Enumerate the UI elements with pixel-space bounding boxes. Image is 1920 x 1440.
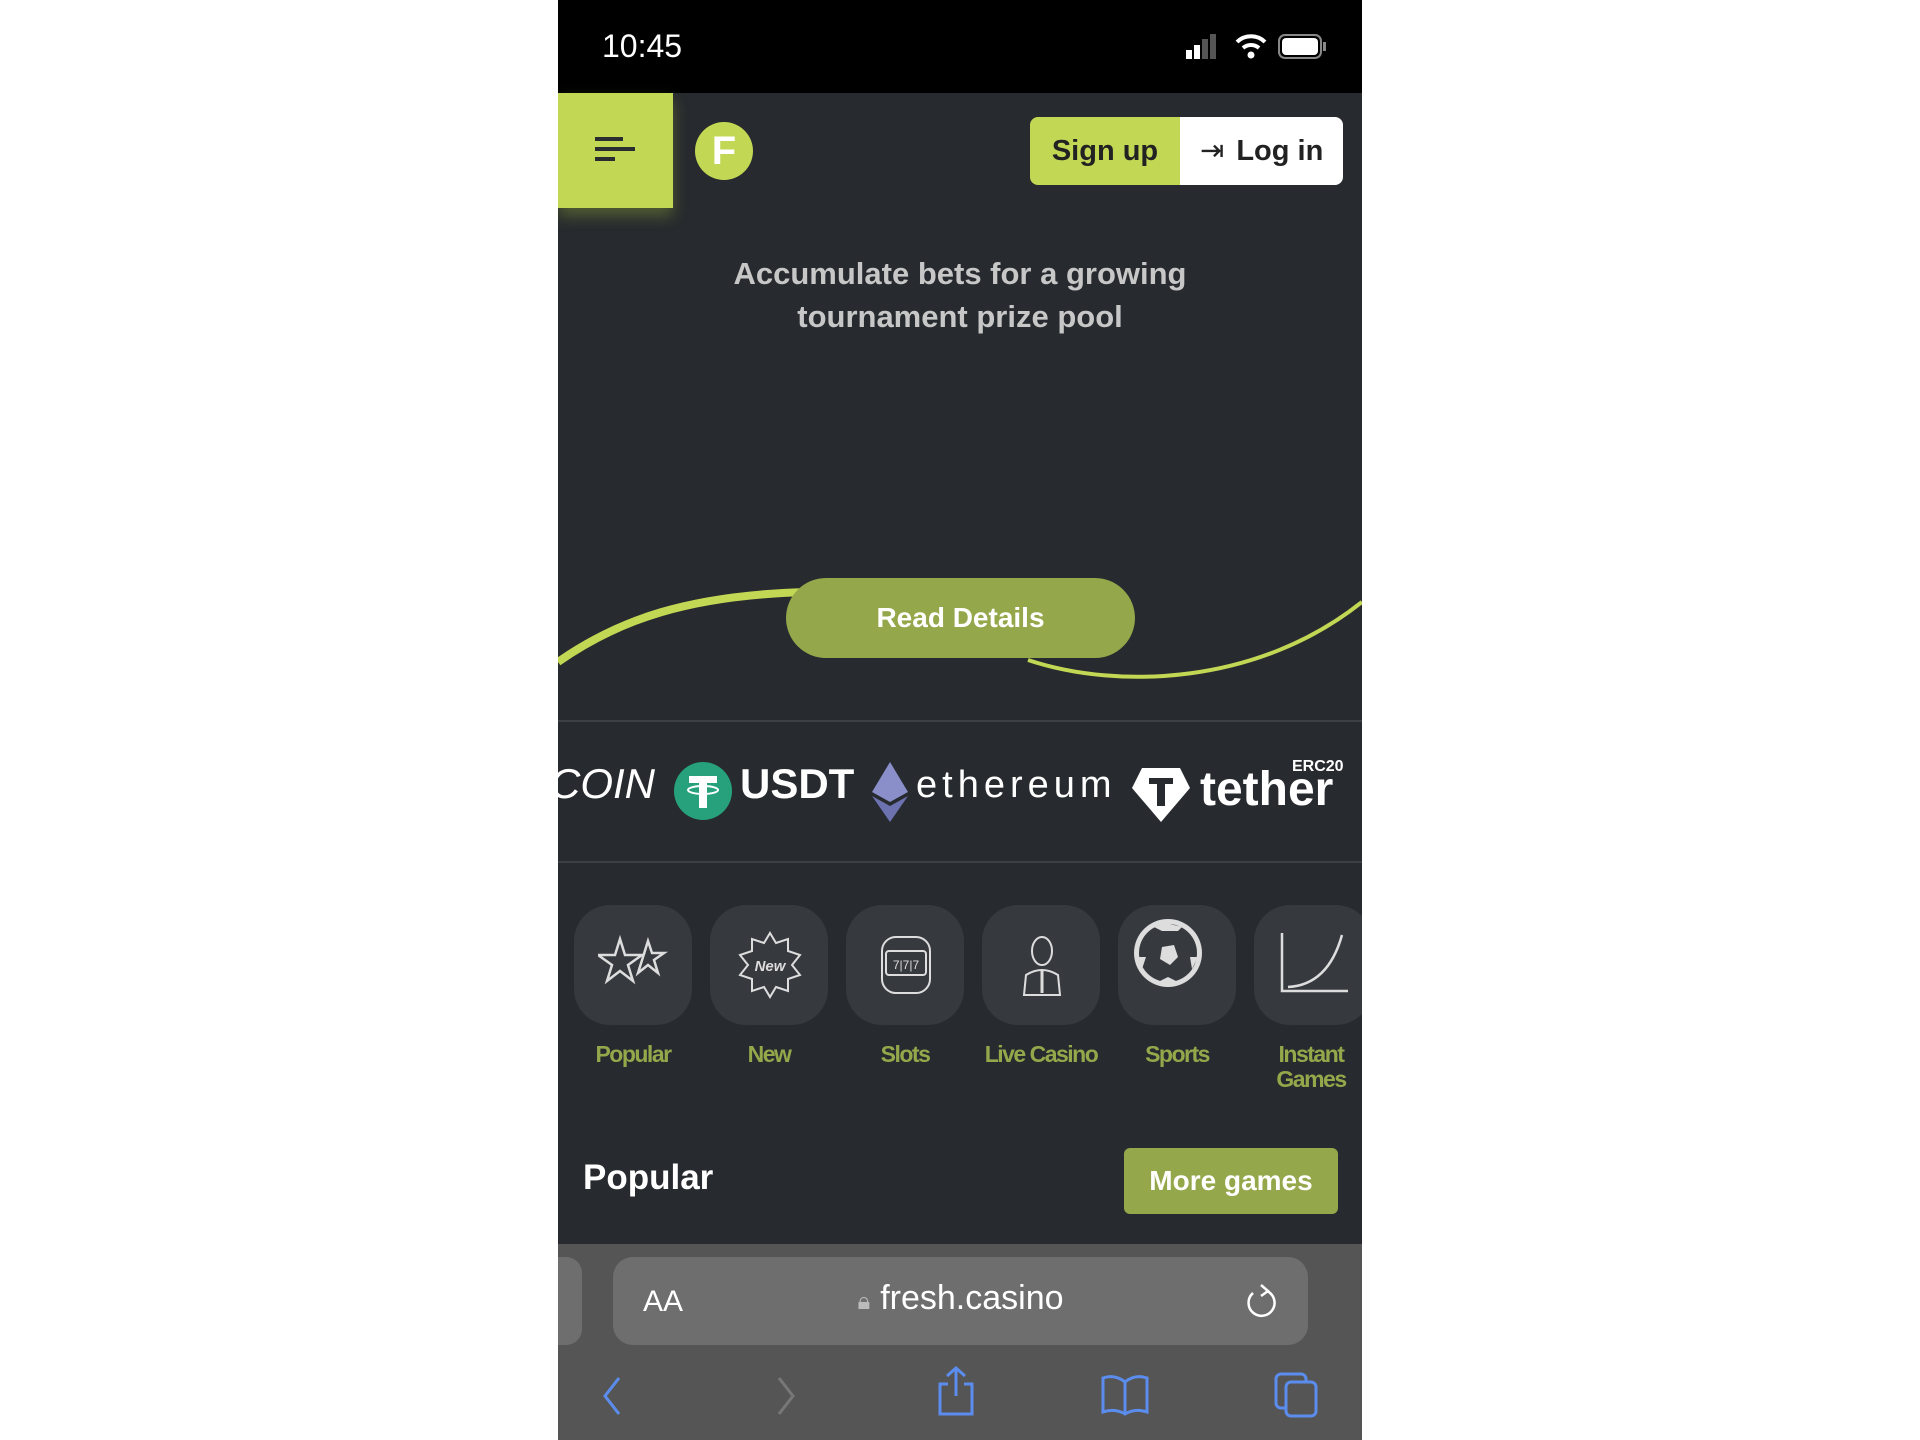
category-label: Instant Games xyxy=(1276,1041,1347,1092)
browser-toolbar: AA 🔒︎ fresh.casino xyxy=(558,1244,1362,1440)
tabs-icon[interactable] xyxy=(1274,1372,1320,1418)
new-badge-text: New xyxy=(755,958,787,975)
category-slots[interactable]: 7|7|7 xyxy=(846,905,964,1025)
more-games-button[interactable]: More games xyxy=(1124,1148,1338,1214)
url-domain: fresh.casino xyxy=(880,1279,1064,1317)
back-icon[interactable] xyxy=(602,1376,622,1416)
stars-icon xyxy=(598,934,668,985)
dealer-icon xyxy=(1022,936,1062,996)
slot-machine-icon: 7|7|7 xyxy=(881,936,931,994)
phone-screen: 10:45 F Sign up ⇥ Log in Accumulate bets … xyxy=(558,0,1362,1440)
login-button[interactable]: ⇥ Log in xyxy=(1180,117,1343,185)
url-text: 🔒︎ fresh.casino xyxy=(613,1279,1308,1318)
category-sports[interactable] xyxy=(1118,905,1236,1025)
category-label: Live Casino xyxy=(984,1041,1099,1067)
share-icon[interactable] xyxy=(936,1366,976,1416)
category-label: Sports xyxy=(1145,1041,1210,1067)
hamburger-icon xyxy=(595,137,635,161)
tether-logo-icon xyxy=(1132,768,1190,822)
forward-icon[interactable] xyxy=(776,1376,796,1416)
banner-headline: Accumulate bets for a growing tournament… xyxy=(558,252,1362,338)
category-live-casino[interactable] xyxy=(982,905,1100,1025)
menu-button[interactable] xyxy=(558,93,673,208)
soccer-ball-icon xyxy=(1134,919,1202,987)
growth-curve-icon xyxy=(1280,933,1348,993)
crypto-coin-partial: COIN xyxy=(558,760,655,807)
slot-reels-text: 7|7|7 xyxy=(893,958,920,972)
crypto-ethereum: ethereum xyxy=(916,764,1117,806)
category-popular[interactable] xyxy=(574,905,692,1025)
headline-line-1: Accumulate bets for a growing xyxy=(733,256,1187,291)
signup-button[interactable]: Sign up xyxy=(1030,117,1180,185)
ethereum-logo-icon xyxy=(872,762,908,822)
category-new[interactable]: New xyxy=(710,905,828,1025)
new-badge-icon: New xyxy=(738,931,802,999)
category-label: New xyxy=(747,1041,792,1067)
reload-icon[interactable] xyxy=(1243,1283,1277,1319)
address-bar[interactable]: AA 🔒︎ fresh.casino xyxy=(613,1257,1308,1345)
erc20-badge: ERC20 xyxy=(1292,758,1344,775)
category-label: Slots xyxy=(880,1041,931,1067)
headline-line-2: tournament prize pool xyxy=(797,299,1123,334)
wifi-icon xyxy=(1235,34,1267,59)
crypto-usdt: USDT xyxy=(740,760,855,807)
bookmarks-icon[interactable] xyxy=(1100,1374,1150,1416)
status-time: 10:45 xyxy=(602,28,683,64)
site-logo[interactable]: F xyxy=(695,122,753,180)
usdt-logo-icon xyxy=(674,762,732,820)
read-details-button[interactable]: Read Details xyxy=(786,578,1135,658)
section-title: Popular xyxy=(583,1158,714,1197)
battery-icon xyxy=(1278,34,1326,59)
divider xyxy=(558,861,1362,863)
category-instant-games[interactable] xyxy=(1254,905,1362,1025)
status-bar: 10:45 xyxy=(558,0,1362,93)
divider xyxy=(558,720,1362,722)
signal-icon xyxy=(1186,34,1216,59)
lock-icon: 🔒︎ xyxy=(857,1288,871,1315)
login-arrow-icon: ⇥ xyxy=(1200,135,1225,167)
category-label: Popular xyxy=(595,1041,672,1067)
previous-tab-edge[interactable] xyxy=(558,1257,582,1345)
login-label: Log in xyxy=(1236,135,1324,167)
